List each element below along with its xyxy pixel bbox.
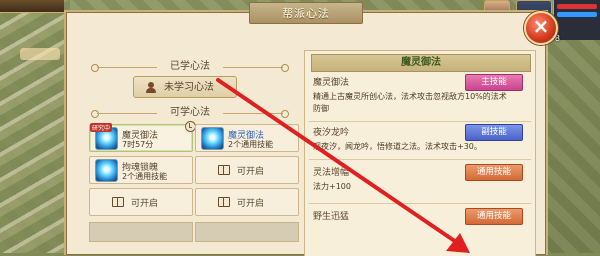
openable-label: 可开启 [237, 199, 265, 209]
skill-sub: 2个通用技能 [228, 140, 274, 149]
game-scenery [0, 0, 70, 253]
skill-entry-name: 野生迅猛 [313, 212, 350, 222]
blue-orb-icon [95, 159, 118, 182]
skill-detail-pane: 魔灵御法 魔灵御法 主技能 精通上古魔灵所创心法，法术攻击忽视敌方10%的法术防… [304, 50, 536, 256]
main-skill-badge: 主技能 [465, 74, 523, 91]
panel-title: 帮派心法 [249, 2, 363, 24]
person-icon [146, 82, 156, 93]
skill-entry-desc: 观夜汐，闻龙吟，悟修道之法。法术攻击+30。 [313, 142, 482, 151]
learned-header-text: 已学心法 [170, 61, 210, 72]
skill-sub: 2个通用技能 [122, 172, 168, 181]
skill-timer-text: 7时57分 [122, 140, 154, 149]
sect-skills-panel: 帮派心法 × 已学心法 未学习心法 可学心法 研究中 魔灵御法 7时57分 魔灵… [64, 2, 558, 256]
learned-section-header: 已学心法 [83, 60, 297, 74]
game-label [20, 48, 60, 60]
general-skill-badge: 通用技能 [465, 208, 523, 225]
left-column: 已学心法 未学习心法 可学心法 研究中 魔灵御法 7时57分 魔灵御法 2个通用… [83, 46, 299, 255]
book-icon [112, 197, 124, 207]
general-skill-badge: 通用技能 [465, 164, 523, 181]
unlearned-skill-button[interactable]: 未学习心法 [133, 76, 237, 98]
learnable-header-text: 可学心法 [170, 107, 210, 118]
skill-slot-openable[interactable]: 可开启 [89, 188, 193, 216]
skill-entry-desc: 精通上古魔灵所创心法，法术攻击忽视敌方10%的法术防御 [313, 92, 507, 113]
detail-header: 魔灵御法 [311, 54, 531, 72]
book-icon [218, 165, 230, 175]
skill-cell-moling-researching[interactable]: 研究中 魔灵御法 7时57分 [89, 121, 196, 152]
skill-slot-empty [195, 222, 299, 242]
skill-entry-name: 灵法增幅 [313, 168, 350, 178]
close-icon: × [532, 14, 550, 38]
openable-label: 可开启 [131, 199, 159, 209]
researching-tag: 研究中 [90, 123, 113, 132]
skill-slot-openable[interactable]: 可开启 [195, 188, 299, 216]
skill-slot-empty [89, 222, 193, 242]
skill-cell-juhun[interactable]: 拘魂锁魄 2个通用技能 [89, 156, 193, 184]
skill-slot-openable[interactable]: 可开启 [195, 156, 299, 184]
hud-status-bar [0, 0, 64, 13]
unlearned-skill-label: 未学习心法 [164, 82, 214, 93]
close-button[interactable]: × [524, 11, 558, 45]
learnable-section-header: 可学心法 [83, 106, 297, 120]
openable-label: 可开启 [237, 167, 265, 177]
hp-mp-bars [553, 0, 600, 40]
sub-skill-badge: 副技能 [465, 124, 523, 141]
skill-entry-desc: 法力+100 [313, 182, 351, 191]
skill-entry-name: 魔灵御法 [313, 78, 350, 88]
skill-entry-name: 夜汐龙吟 [313, 128, 350, 138]
skill-cell-moling[interactable]: 魔灵御法 2个通用技能 [195, 124, 299, 152]
book-icon [218, 197, 230, 207]
blue-orb-icon [201, 127, 224, 150]
